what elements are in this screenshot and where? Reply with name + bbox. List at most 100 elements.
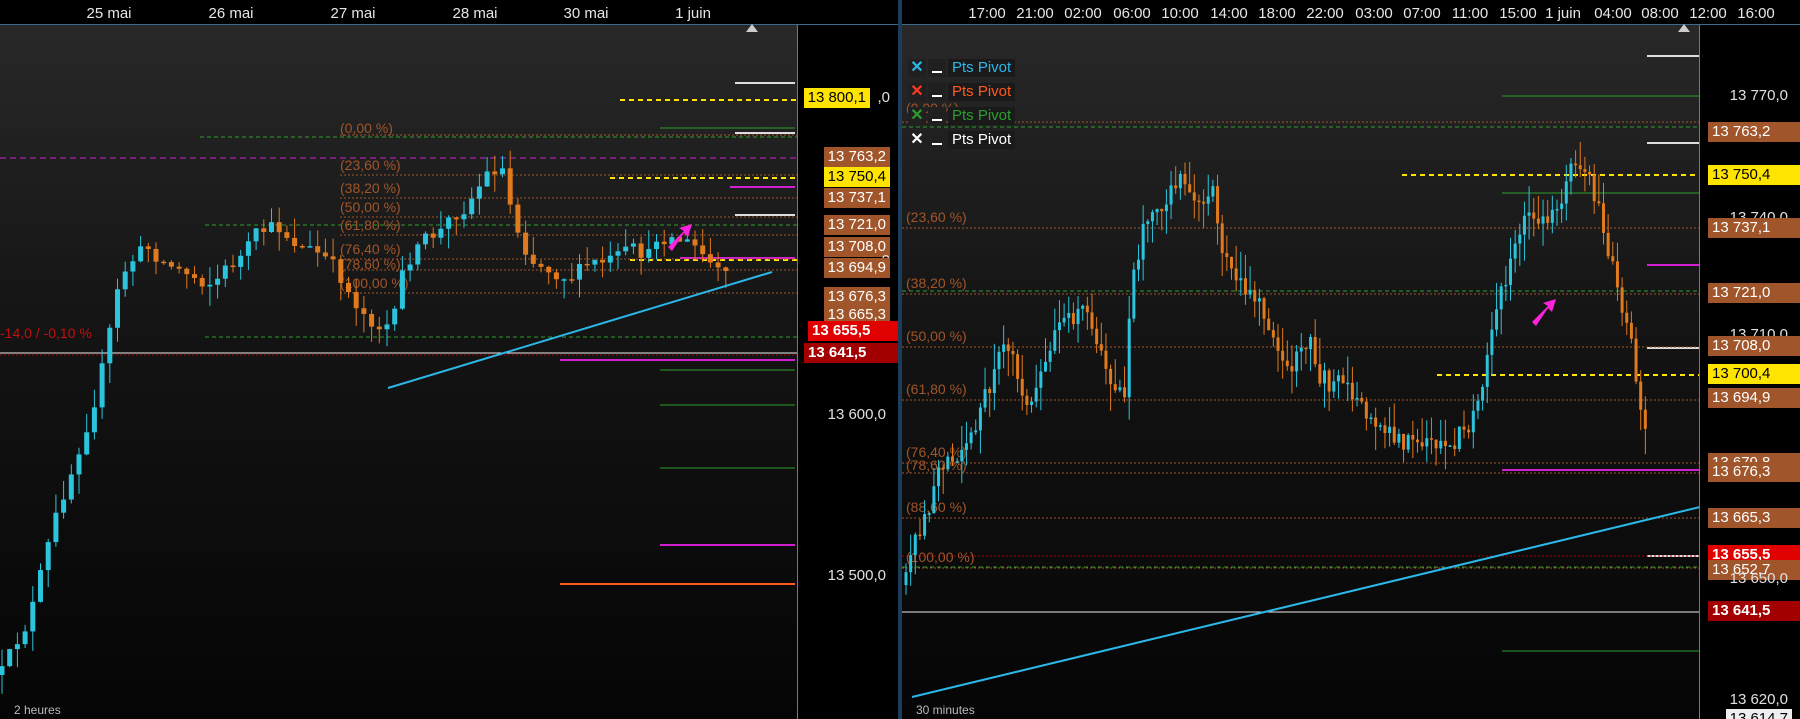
candle-body xyxy=(407,264,413,271)
line-style-icon[interactable] xyxy=(928,131,946,149)
chart-panel-2h[interactable]: 25 mai 26 mai 27 mai 28 mai 30 mai 1 jui… xyxy=(0,0,898,719)
candle-body xyxy=(53,512,59,543)
candle-body xyxy=(261,228,267,233)
candle-body xyxy=(1471,410,1475,433)
price-tag: 13 676,3 xyxy=(1708,462,1800,482)
candle-body xyxy=(1137,259,1140,270)
candle-body xyxy=(130,261,136,272)
candle-body xyxy=(1271,330,1275,338)
fib-label: (23,60 %) xyxy=(340,157,401,173)
time-label: 28 mai xyxy=(452,5,498,22)
time-label: 27 mai xyxy=(330,5,376,22)
candle-body xyxy=(1025,395,1029,405)
trend-line[interactable] xyxy=(911,506,1700,698)
candle-body xyxy=(1169,185,1173,205)
candle-body xyxy=(1509,258,1512,285)
candle-body xyxy=(453,217,459,220)
candle-body xyxy=(1011,350,1015,355)
legend-item-pivot-blue[interactable]: ✕ Pts Pivot xyxy=(908,58,1016,78)
candle-body xyxy=(430,233,436,238)
candle-body xyxy=(1095,328,1099,345)
candle-body xyxy=(1332,381,1336,392)
chart-panel-30min[interactable]: 17:00 21:00 02:00 06:00 10:00 14:00 18:0… xyxy=(902,0,1800,719)
candle-body xyxy=(1030,401,1034,405)
candle-body xyxy=(369,313,375,327)
candle-body xyxy=(592,260,598,265)
candle-body xyxy=(361,308,367,314)
candle-body xyxy=(1532,212,1536,219)
candle-body xyxy=(1425,438,1429,447)
price-tag: ,0 xyxy=(877,89,890,106)
candle-body xyxy=(1085,305,1089,313)
candle-body xyxy=(715,262,721,268)
candle-body xyxy=(1211,186,1215,197)
line-style-icon[interactable] xyxy=(928,59,946,77)
candle-body xyxy=(1327,370,1331,392)
candle-body xyxy=(1020,378,1024,396)
price-plot[interactable]: (0,00 %) (23,60 %) (38,20 %) (50,00 %) (… xyxy=(902,25,1700,719)
candle-body xyxy=(168,262,174,267)
candle-body xyxy=(1150,212,1154,222)
candle-body xyxy=(1397,433,1401,443)
candle-body xyxy=(1160,208,1164,212)
line-style-icon[interactable] xyxy=(928,107,946,125)
candle-body xyxy=(1323,370,1326,384)
legend-item-pivot-white[interactable]: ✕ Pts Pivot xyxy=(908,130,1016,150)
candle-body xyxy=(1262,298,1266,319)
candle-body xyxy=(7,649,13,667)
time-label: 17:00 xyxy=(968,5,1006,22)
candle-body xyxy=(927,513,931,515)
candle-body xyxy=(1634,338,1638,382)
remove-icon[interactable]: ✕ xyxy=(908,59,926,77)
time-label: 1 juin xyxy=(1545,5,1581,22)
arrow-annotation-icon[interactable] xyxy=(1532,299,1556,326)
candle-body xyxy=(1034,387,1038,402)
remove-icon[interactable]: ✕ xyxy=(908,107,926,125)
line-style-icon[interactable] xyxy=(928,83,946,101)
candle-body xyxy=(99,363,105,408)
remove-icon[interactable]: ✕ xyxy=(908,131,926,149)
candle-body xyxy=(1625,312,1629,323)
candle-body xyxy=(61,499,67,513)
candle-body xyxy=(1569,163,1573,182)
candle-body xyxy=(222,265,228,279)
candle-body xyxy=(1360,397,1364,402)
price-tag: 13 763,2 xyxy=(1708,122,1800,142)
candle-body xyxy=(399,270,405,309)
candle-body xyxy=(913,534,917,556)
candle-body xyxy=(1578,165,1582,170)
candle-body xyxy=(607,255,613,263)
candle-body xyxy=(1248,289,1252,295)
legend-item-pivot-green[interactable]: ✕ Pts Pivot xyxy=(908,106,1016,126)
candle-body xyxy=(1257,298,1261,302)
candle-body xyxy=(299,246,305,248)
current-price-tag: 13 641,5 xyxy=(804,343,898,363)
time-axis: 17:00 21:00 02:00 06:00 10:00 14:00 18:0… xyxy=(902,0,1800,25)
candle-body xyxy=(1141,223,1145,260)
candle-body xyxy=(322,252,328,257)
price-axis[interactable]: 13 800,1 ,0 13 763,2 13 750,4 13 737,1 1… xyxy=(797,25,898,719)
candle-body xyxy=(307,246,313,248)
time-label: 25 mai xyxy=(86,5,132,22)
candle-body xyxy=(1411,435,1415,440)
candle-body xyxy=(1239,278,1243,281)
legend-label: Pts Pivot xyxy=(948,131,1016,149)
price-plot[interactable]: (0,00 %) (23,60 %) (38,20 %) (50,00 %) (… xyxy=(0,25,798,719)
candle-body xyxy=(1369,417,1373,420)
remove-icon[interactable]: ✕ xyxy=(908,83,926,101)
candle-body xyxy=(1504,284,1508,287)
candle-body xyxy=(1192,192,1196,201)
candle-body xyxy=(230,265,236,268)
candle-body xyxy=(1560,203,1564,209)
candle-body xyxy=(1546,216,1550,223)
price-tag: 13 737,1 xyxy=(823,188,890,208)
price-axis[interactable]: 13 770,0 13 763,2 13 750,4 13 740,0 13 7… xyxy=(1699,25,1800,719)
legend-item-pivot-red[interactable]: ✕ Pts Pivot xyxy=(908,82,1016,102)
time-label: 14:00 xyxy=(1210,5,1248,22)
candle-body xyxy=(122,271,128,290)
candle-body xyxy=(446,217,452,229)
candle-body xyxy=(964,443,968,450)
candle-body xyxy=(600,260,606,263)
candle-body xyxy=(1495,309,1499,330)
candle-body xyxy=(153,248,159,262)
